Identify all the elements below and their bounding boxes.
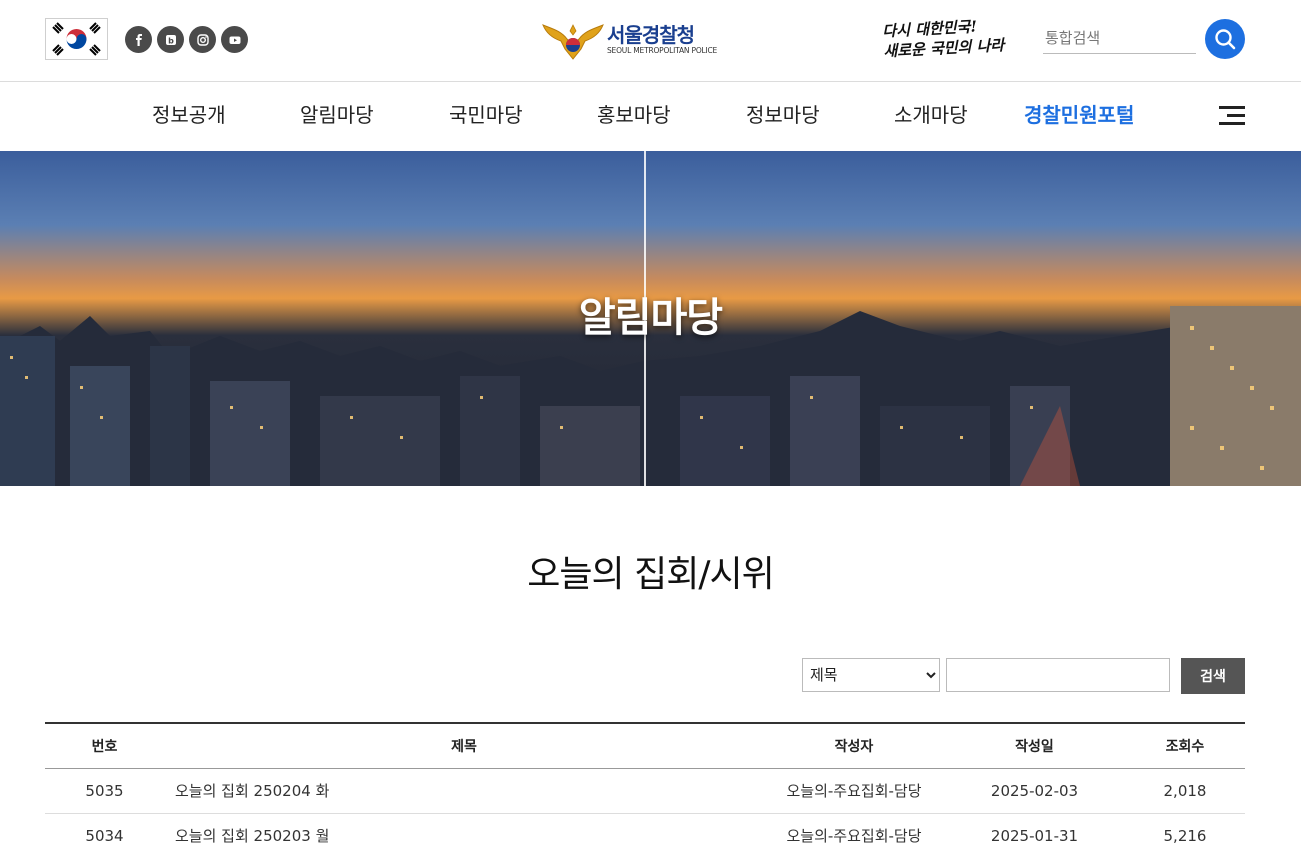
police-emblem-icon — [542, 24, 604, 60]
row-views: 2,018 — [1125, 768, 1245, 814]
top-bar: b 서울경찰청 SEOUL METROPOLITAN POLICE 다시 대한민… — [0, 0, 1301, 82]
table-header-row: 번호 제목 작성자 작성일 조회수 — [45, 723, 1245, 768]
row-title-link[interactable]: 오늘의 집회 250203 월 — [164, 813, 764, 856]
header-num: 번호 — [91, 738, 118, 755]
header-views: 조회수 — [1165, 738, 1205, 755]
site-logo[interactable]: 서울경찰청 SEOUL METROPOLITAN POLICE — [541, 18, 721, 62]
header-title: 제목 — [451, 738, 477, 755]
main-nav: 정보공개 알림마당 국민마당 홍보마당 정보마당 소개마당 경찰민원포털 — [0, 82, 1301, 151]
row-title-link[interactable]: 오늘의 집회 250204 화 — [164, 768, 764, 814]
facebook-icon[interactable] — [125, 26, 152, 53]
nav-item-information[interactable]: 정보마당 — [746, 82, 820, 151]
hero-banner: 알림마당 — [0, 151, 1301, 486]
row-date: 2025-02-03 — [944, 768, 1125, 814]
page-title: 오늘의 집회/시위 — [527, 554, 774, 595]
global-search-button[interactable] — [1205, 19, 1245, 59]
header-date: 작성일 — [1015, 738, 1054, 755]
search-icon — [1215, 29, 1236, 50]
header-author: 작성자 — [834, 738, 874, 755]
logo-name-ko: 서울경찰청 — [607, 23, 695, 47]
row-author: 오늘의-주요집회-담당 — [764, 813, 944, 856]
nav-item-police-portal[interactable]: 경찰민원포털 — [1024, 82, 1134, 151]
instagram-icon[interactable] — [189, 26, 216, 53]
table-row[interactable]: 5034 오늘의 집회 250203 월 오늘의-주요집회-담당 2025-01… — [45, 813, 1245, 856]
row-author: 오늘의-주요집회-담당 — [764, 768, 944, 814]
row-views: 5,216 — [1125, 813, 1245, 856]
search-field-select[interactable]: 제목 — [802, 658, 940, 692]
row-date: 2025-01-31 — [944, 813, 1125, 856]
youtube-icon[interactable] — [221, 26, 248, 53]
board-search-input[interactable] — [946, 658, 1170, 692]
social-links: b — [125, 26, 248, 53]
board-table: 번호 제목 작성자 작성일 조회수 5035 오늘의 집회 250204 화 오… — [45, 722, 1245, 856]
nav-item-pr[interactable]: 홍보마당 — [597, 82, 671, 151]
svg-text:b: b — [168, 36, 174, 45]
nav-item-about[interactable]: 소개마당 — [894, 82, 968, 151]
menu-icon[interactable] — [1219, 106, 1245, 126]
nav-item-citizen[interactable]: 국민마당 — [449, 82, 523, 151]
row-num: 5035 — [45, 768, 164, 814]
table-row[interactable]: 5035 오늘의 집회 250204 화 오늘의-주요집회-담당 2025-02… — [45, 768, 1245, 814]
logo-name-en: SEOUL METROPOLITAN POLICE — [607, 46, 718, 55]
nav-item-notice[interactable]: 알림마당 — [300, 82, 374, 151]
banner-title: 알림마당 — [578, 295, 723, 341]
nav-item-info-disclosure[interactable]: 정보공개 — [152, 82, 226, 151]
board-search-button[interactable]: 검색 — [1181, 658, 1245, 694]
row-num: 5034 — [45, 813, 164, 856]
global-search-input[interactable] — [1043, 22, 1196, 54]
slogan: 다시 대한민국! 새로운 국민의 나라 — [882, 15, 1014, 68]
blog-icon[interactable]: b — [157, 26, 184, 53]
korean-flag-icon[interactable] — [45, 18, 108, 60]
